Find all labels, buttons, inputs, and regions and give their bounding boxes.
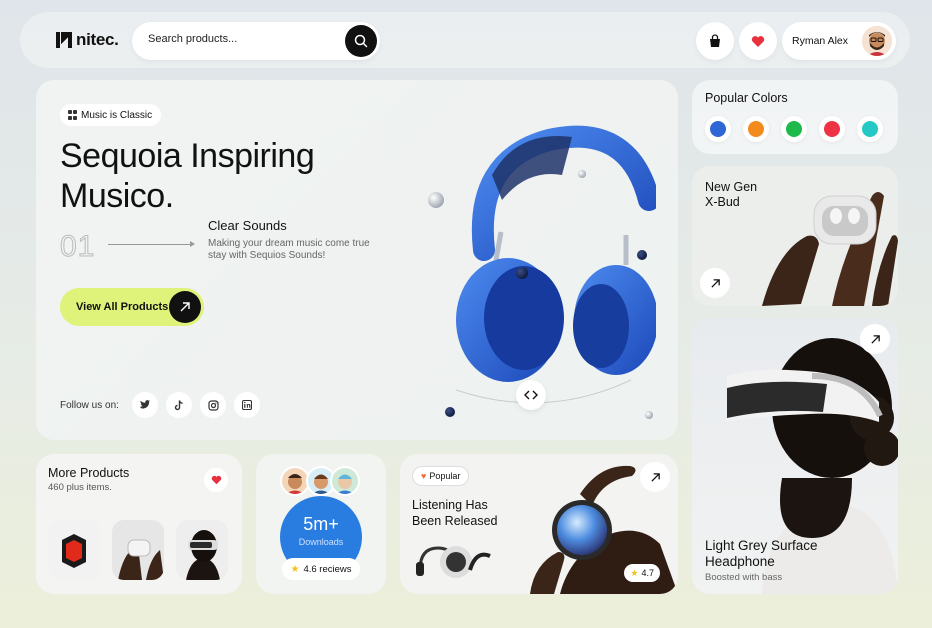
heart-icon: ♥ xyxy=(421,471,427,481)
arrow-line xyxy=(108,241,195,247)
code-arrows-icon xyxy=(524,390,538,400)
xbud-title: New Gen X-Bud xyxy=(705,180,795,210)
search-input[interactable] xyxy=(148,33,328,45)
listening-open-button[interactable] xyxy=(640,462,670,492)
view-all-products-button[interactable]: View All Products xyxy=(60,288,204,326)
hero-title-line2: Musico. xyxy=(60,177,174,215)
more-products-card: More Products 460 plus items. xyxy=(36,454,242,594)
color-dot xyxy=(710,121,726,137)
xbud-open-button[interactable] xyxy=(700,268,730,298)
popular-tag: ♥ Popular xyxy=(412,466,470,486)
follow-label: Follow us on: xyxy=(60,400,119,411)
slide-index: 01 xyxy=(59,230,96,264)
hero-title-line1: Sequoia Inspiring xyxy=(60,137,315,175)
bag-icon xyxy=(710,34,720,47)
grid-icon xyxy=(68,110,78,120)
more-products-count: 460 plus items. xyxy=(48,482,112,493)
vr-title-line2: Headphone xyxy=(705,554,775,569)
arrow-up-right-icon xyxy=(169,291,201,323)
avatar xyxy=(330,466,360,496)
listening-title-line2: Been Released xyxy=(412,513,498,528)
arrow-up-right-icon xyxy=(710,278,720,288)
listening-title: Listening Has Been Released xyxy=(412,498,522,529)
tiktok-button[interactable] xyxy=(166,392,192,418)
color-swatch-green[interactable] xyxy=(781,116,807,142)
color-dot xyxy=(748,121,764,137)
downloads-label: Downloads xyxy=(298,537,344,547)
linkedin-icon xyxy=(242,400,252,410)
xbud-title-line2: X-Bud xyxy=(705,195,740,209)
downloads-card: 5m+ Downloads ★ 4.6 reciews xyxy=(256,454,386,594)
listening-title-line1: Listening Has xyxy=(412,498,488,512)
app-root: nitec. Ryman Alex xyxy=(20,12,910,618)
search-bar xyxy=(132,22,380,60)
twitter-icon xyxy=(139,400,150,409)
vr-headphone-card[interactable]: Light Grey Surface Headphone Boosted wit… xyxy=(692,318,898,594)
tiktok-icon xyxy=(174,399,183,410)
feature-title: Clear Sounds xyxy=(208,218,287,233)
xbud-title-line1: New Gen xyxy=(705,180,758,194)
linkedin-button[interactable] xyxy=(234,392,260,418)
logo-text: nitec. xyxy=(76,30,119,49)
more-products-title: More Products xyxy=(48,466,130,480)
headphones-thumbnail xyxy=(416,546,491,578)
user-name: Ryman Alex xyxy=(792,35,849,47)
favorite-button[interactable] xyxy=(204,468,228,492)
color-swatch-blue[interactable] xyxy=(705,116,731,142)
top-bar: nitec. Ryman Alex xyxy=(20,12,910,68)
color-swatch-teal[interactable] xyxy=(857,116,883,142)
cta-label: View All Products xyxy=(76,301,169,313)
xbud-card[interactable]: New Gen X-Bud xyxy=(692,166,898,306)
search-button[interactable] xyxy=(345,25,377,57)
rating-badge: ★ 4.7 xyxy=(624,564,660,582)
product-thumb-earbuds[interactable] xyxy=(112,520,164,580)
popular-tag-label: Popular xyxy=(429,471,461,481)
logo-icon xyxy=(56,32,72,48)
feature-description: Making your dream music come true stay w… xyxy=(208,238,370,261)
downloads-count: 5m+ xyxy=(303,514,339,534)
heart-icon xyxy=(751,35,765,47)
hero-tag-label: Music is Classic xyxy=(81,109,153,121)
hero-tag: Music is Classic xyxy=(60,104,162,126)
listening-card[interactable]: ♥ Popular Listening Has Been Released ★ … xyxy=(400,454,678,594)
vr-title: Light Grey Surface Headphone xyxy=(705,538,865,570)
hero-card: Music is Classic Sequoia Inspiring Music… xyxy=(36,80,678,440)
color-swatch-orange[interactable] xyxy=(743,116,769,142)
user-menu[interactable]: Ryman Alex xyxy=(782,22,896,60)
cart-button[interactable] xyxy=(696,22,734,60)
vr-subtitle: Boosted with bass xyxy=(705,572,783,583)
wishlist-button[interactable] xyxy=(739,22,777,60)
slide-nav-button[interactable] xyxy=(516,380,546,410)
popular-colors-title: Popular Colors xyxy=(705,91,788,105)
heart-icon xyxy=(211,475,221,485)
product-thumb-vr[interactable] xyxy=(176,520,228,580)
search-icon xyxy=(354,34,368,48)
reviews-label: 4.6 reciews xyxy=(303,563,352,575)
arrow-up-right-icon xyxy=(650,472,660,482)
reviews-badge[interactable]: ★ 4.6 reciews xyxy=(282,558,360,580)
rating-value: 4.7 xyxy=(641,568,654,578)
star-icon: ★ xyxy=(630,567,639,578)
twitter-button[interactable] xyxy=(132,392,158,418)
arrow-up-right-icon xyxy=(870,334,880,344)
vr-title-line1: Light Grey Surface xyxy=(705,538,818,553)
instagram-button[interactable] xyxy=(200,392,226,418)
product-thumb-speaker[interactable] xyxy=(48,520,100,580)
popular-colors-card: Popular Colors xyxy=(692,80,898,154)
star-icon: ★ xyxy=(290,563,300,575)
color-dot xyxy=(824,121,840,137)
instagram-icon xyxy=(207,399,219,411)
vr-open-button[interactable] xyxy=(860,324,890,354)
avatar-group xyxy=(280,464,362,500)
color-swatch-red[interactable] xyxy=(819,116,845,142)
color-dot xyxy=(862,121,878,137)
avatar xyxy=(862,26,892,56)
hero-title: Sequoia Inspiring Musico. xyxy=(60,136,380,216)
color-dot xyxy=(786,121,802,137)
logo[interactable]: nitec. xyxy=(56,30,119,50)
